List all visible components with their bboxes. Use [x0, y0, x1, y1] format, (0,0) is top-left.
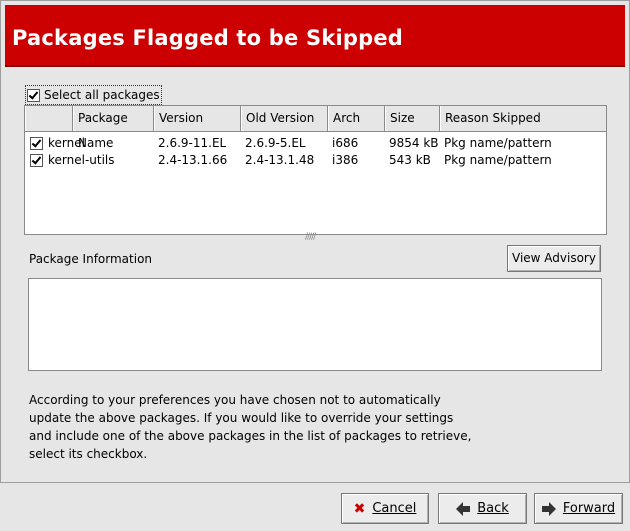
package-arch: i386 [332, 153, 359, 167]
header-banner: Packages Flagged to be Skipped [5, 5, 625, 67]
column-header-checkbox[interactable] [25, 106, 73, 131]
checkbox-icon [27, 88, 40, 102]
package-version: 2.6.9-11.EL [158, 136, 227, 150]
page-title: Packages Flagged to be Skipped [12, 26, 404, 50]
package-size: 543 kB [389, 153, 431, 167]
cancel-label: Cancel [372, 501, 417, 516]
row-checkbox[interactable] [30, 137, 43, 150]
package-reason: Pkg name/pattern [444, 136, 552, 150]
description-line: According to your preferences you have c… [29, 393, 441, 407]
pane-resize-handle[interactable]: ///// [305, 233, 329, 242]
description-line: and include one of the above packages in… [29, 429, 472, 443]
table-row[interactable]: kernel-utils 2.4-13.1.66 2.4-13.1.48 i38… [25, 152, 606, 169]
close-icon: ✖ [353, 500, 366, 517]
forward-arrow-icon [541, 501, 556, 516]
description-text: According to your preferences you have c… [29, 391, 472, 463]
column-header-arch[interactable]: Arch [328, 106, 385, 131]
row-checkbox[interactable] [30, 154, 43, 167]
view-advisory-button[interactable]: View Advisory [507, 245, 601, 272]
select-all-checkbox[interactable]: Select all packages [25, 85, 162, 105]
forward-button[interactable]: Forward [534, 493, 623, 524]
column-header-version[interactable]: Version [154, 106, 241, 131]
package-old-version: 2.6.9-5.EL [245, 136, 306, 150]
column-header-reason-skipped[interactable]: Reason Skipped [440, 106, 606, 131]
package-name: kernel [48, 136, 85, 150]
package-arch: i686 [332, 136, 359, 150]
back-arrow-icon [456, 501, 471, 516]
description-line: update the above packages. If you would … [29, 411, 454, 425]
table-header: Package Name Version Old Version Arch Si… [25, 106, 606, 150]
packages-table: Package Name Version Old Version Arch Si… [24, 105, 607, 235]
column-header-size[interactable]: Size [385, 106, 440, 131]
package-information-label: Package Information [29, 252, 153, 266]
column-header-old-version[interactable]: Old Version [241, 106, 328, 131]
package-name: kernel-utils [48, 153, 115, 167]
description-line: select its checkbox. [29, 447, 148, 461]
package-old-version: 2.4-13.1.48 [245, 153, 315, 167]
package-size: 9854 kB [389, 136, 439, 150]
content-area: Select all packages Package Name Version… [5, 67, 625, 478]
back-button[interactable]: Back [438, 493, 527, 524]
cancel-button[interactable]: ✖ Cancel [341, 493, 429, 524]
select-all-label: Select all packages [44, 88, 160, 102]
column-header-package-name[interactable]: Package Name [73, 106, 154, 150]
back-label: Back [477, 501, 509, 516]
package-reason: Pkg name/pattern [444, 153, 552, 167]
package-version: 2.4-13.1.66 [158, 153, 228, 167]
forward-label: Forward [562, 501, 616, 516]
table-row[interactable]: kernel 2.6.9-11.EL 2.6.9-5.EL i686 9854 … [25, 135, 606, 152]
wizard-window: Packages Flagged to be Skipped Select al… [0, 0, 630, 483]
package-information-textarea[interactable] [28, 278, 602, 371]
